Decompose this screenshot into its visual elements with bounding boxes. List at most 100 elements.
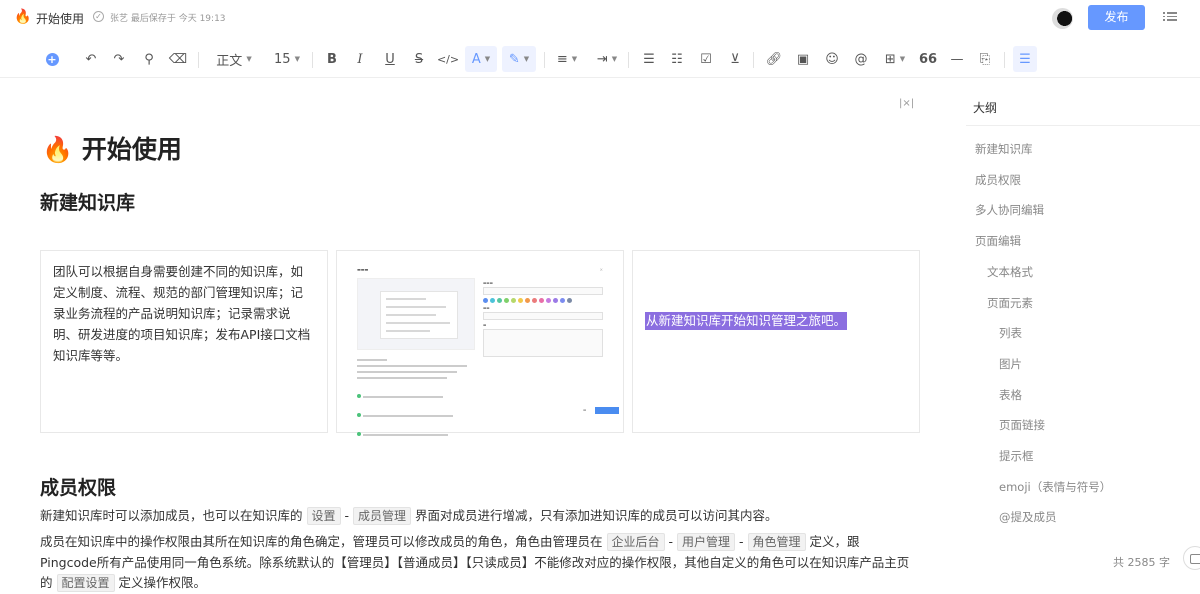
table-icon: ⊞ <box>884 51 896 67</box>
layout-column-highlight[interactable]: 从新建知识库开始知识管理之旅吧。 <box>632 250 920 433</box>
screenshot-detail <box>363 396 443 398</box>
image-icon: ▣ <box>796 51 810 67</box>
outline-item[interactable]: 提示框 <box>999 448 1034 464</box>
format-painter-button[interactable]: ⚲ <box>138 42 160 76</box>
underline-button[interactable]: U <box>380 42 400 76</box>
mention-button[interactable]: @ <box>850 42 872 76</box>
swatch <box>539 298 544 303</box>
swatch <box>511 298 516 303</box>
chevron-down-icon: ▼ <box>611 55 618 63</box>
highlighted-text[interactable]: 从新建知识库开始知识管理之旅吧。 <box>645 312 848 330</box>
swatch <box>497 298 502 303</box>
outline-item[interactable]: 多人协同编辑 <box>975 202 1044 218</box>
image-button[interactable]: ▣ <box>792 42 814 76</box>
link-button[interactable]: 🔗︎ <box>763 42 785 76</box>
collapse-outline-icon[interactable]: |×| <box>899 98 914 109</box>
highlighter-icon: ✎ <box>508 51 520 67</box>
indent-button[interactable]: ⇥ ▼ <box>592 42 622 76</box>
column-text[interactable]: 团队可以根据自身需要创建不同的知识库，如定义制度、流程、规范的部门管理知识库；记… <box>53 261 315 366</box>
page-title-header[interactable]: 开始使用 <box>36 10 84 27</box>
font-color-button[interactable]: A ▼ <box>465 46 497 72</box>
checklist-icon: ☑ <box>700 51 712 67</box>
outline-item[interactable]: 页面链接 <box>999 417 1045 433</box>
divider <box>628 52 629 68</box>
section-heading-member-permissions[interactable]: 成员权限 <box>40 473 116 500</box>
document-title[interactable]: 🔥 开始使用 <box>42 130 182 166</box>
paragraph-add-members[interactable]: 新建知识库时可以添加成员，也可以在知识库的 设置 - 成员管理 界面对成员进行增… <box>40 506 915 527</box>
font-size-select[interactable]: 15 ▼ <box>270 42 304 76</box>
paragraph-style-select[interactable]: 正文 ▼ <box>208 42 260 76</box>
undo-icon: ↶ <box>85 51 97 67</box>
inline-code-role-management: 角色管理 <box>747 533 806 551</box>
outline-item[interactable]: 表格 <box>999 387 1022 403</box>
menu-list-icon[interactable] <box>1163 10 1177 24</box>
quote-button[interactable]: 66 <box>916 42 940 76</box>
font-size-value: 15 <box>274 51 291 67</box>
strikethrough-button[interactable]: S <box>409 42 429 76</box>
swatch <box>490 298 495 303</box>
horizontal-rule-icon: — <box>950 51 964 67</box>
outline-item[interactable]: 成员权限 <box>975 172 1021 188</box>
inline-code-settings: 设置 <box>306 507 341 525</box>
swatch <box>553 298 558 303</box>
inline-code-enterprise-admin: 企业后台 <box>606 533 665 551</box>
screenshot-detail <box>363 415 453 417</box>
outline-item[interactable]: 文本格式 <box>987 264 1033 280</box>
paragraph-member-roles[interactable]: 成员在知识库中的操作权限由其所在知识库的角色确定，管理员可以修改成员的角色，角色… <box>40 532 915 594</box>
outline-toggle-button[interactable]: ☰ <box>1013 46 1037 72</box>
color-swatches <box>483 298 603 303</box>
close-icon: × <box>599 267 603 272</box>
screenshot-detail <box>357 359 387 361</box>
divider-button[interactable]: — <box>946 42 968 76</box>
undo-button[interactable]: ↶ <box>80 42 102 76</box>
word-count: 共 2585 字 <box>1113 556 1170 569</box>
screenshot-detail: ▬▬▬ <box>483 281 493 285</box>
screenshot-detail <box>483 329 603 357</box>
code-button[interactable]: </> <box>437 42 459 76</box>
outline-item[interactable]: emoji（表情与符号） <box>999 479 1111 495</box>
redo-button[interactable]: ↷ <box>108 42 130 76</box>
indent-icon: ⇥ <box>596 51 608 67</box>
chevron-down-icon: ▼ <box>571 55 578 63</box>
section-heading-new-kb[interactable]: 新建知识库 <box>40 188 135 215</box>
outline-icon: ☰ <box>1019 51 1031 67</box>
outline-item[interactable]: 新建知识库 <box>975 141 1033 157</box>
bullet-list-button[interactable]: ☷ <box>666 42 688 76</box>
align-button[interactable]: ≡ ▼ <box>553 42 581 76</box>
outline-item[interactable]: 图片 <box>999 356 1022 372</box>
layout-column-text[interactable]: 团队可以根据自身需要创建不同的知识库，如定义制度、流程、规范的部门管理知识库；记… <box>40 250 328 433</box>
strikethrough-icon: S <box>414 51 424 67</box>
outline-item[interactable]: @提及成员 <box>999 509 1057 525</box>
outline-item[interactable]: 页面编辑 <box>975 233 1021 249</box>
collapse-block-button[interactable]: ⊻ <box>724 42 746 76</box>
outline-item[interactable]: 页面元素 <box>987 295 1033 311</box>
table-button[interactable]: ⊞ ▼ <box>880 42 910 76</box>
bold-button[interactable]: B <box>322 42 342 76</box>
ordered-list-button[interactable]: ☰ <box>638 42 660 76</box>
publish-button[interactable]: 发布 <box>1088 5 1145 30</box>
screenshot-detail <box>386 330 430 332</box>
new-kb-dialog-screenshot[interactable]: ▬▬▬ × ▬▬▬ ▬▬ ▬ ▬ <box>353 265 619 436</box>
highlight-color-button[interactable]: ✎ ▼ <box>502 46 536 72</box>
paragraph-text: 定义操作权限。 <box>118 575 207 590</box>
screenshot-detail: ▬▬ <box>483 306 490 310</box>
screenshot-detail <box>357 413 361 417</box>
underline-icon: U <box>385 51 395 67</box>
plus-icon: + <box>45 52 59 66</box>
avatar[interactable] <box>1052 8 1073 29</box>
outline-item[interactable]: 列表 <box>999 325 1022 341</box>
chevron-down-icon: ▼ <box>294 55 300 63</box>
comment-icon[interactable] <box>1183 546 1200 570</box>
screenshot-detail <box>386 322 450 324</box>
paragraph-text: 新建知识库时可以添加成员，也可以在知识库的 <box>40 508 303 523</box>
chevron-down-icon: ▼ <box>246 55 252 63</box>
screenshot-detail: ▬ <box>583 408 587 412</box>
insert-button[interactable]: + <box>42 42 62 76</box>
clear-format-button[interactable]: ⌫ <box>166 42 190 76</box>
template-button[interactable]: ⎘ <box>974 42 996 76</box>
emoji-button[interactable]: ☺ <box>821 42 843 76</box>
screenshot-detail <box>483 312 603 320</box>
layout-column-image[interactable]: ▬▬▬ × ▬▬▬ ▬▬ ▬ ▬ <box>336 250 624 436</box>
italic-button[interactable]: I <box>350 42 370 76</box>
task-list-button[interactable]: ☑ <box>695 42 717 76</box>
